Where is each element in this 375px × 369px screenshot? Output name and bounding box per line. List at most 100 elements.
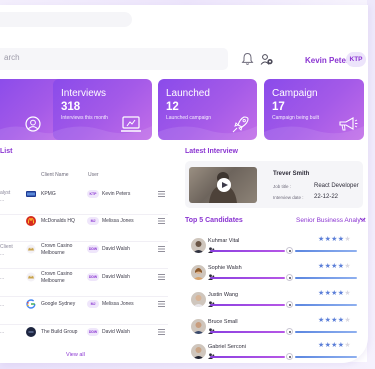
stat-card-interviews[interactable]: Interviews 318 Interviews this month bbox=[53, 79, 152, 140]
progress-bar bbox=[210, 304, 285, 306]
candidate-row[interactable]: Justin Wang ★★★★★ bbox=[185, 289, 363, 317]
progress-bar bbox=[295, 304, 357, 306]
candidate-photo bbox=[191, 319, 206, 334]
candidate-row[interactable]: Kuhmar Vital ★★★★★ bbox=[185, 235, 363, 263]
menu-icon[interactable] bbox=[158, 329, 165, 335]
crown-casino-logo-icon bbox=[26, 244, 36, 254]
people-icon[interactable] bbox=[260, 53, 274, 66]
row-name-fragment: alyst ... bbox=[0, 190, 11, 203]
candidate-photo bbox=[191, 292, 206, 307]
user-name-cell: Kevin Peters bbox=[102, 191, 131, 197]
candidate-row[interactable]: Sophie Walsh ★★★★★ bbox=[185, 262, 363, 290]
timeline-dot bbox=[286, 328, 293, 335]
user-name-cell: David Walsh bbox=[102, 329, 130, 335]
card-wave bbox=[264, 126, 364, 140]
client-name: Crown Casino Melbourne bbox=[41, 243, 73, 256]
user-name-cell: David Walsh bbox=[102, 246, 130, 252]
star-rating: ★★★★★ bbox=[318, 290, 351, 297]
kpmg-logo-icon bbox=[26, 191, 36, 197]
candidate-name: Gabriel Serconi bbox=[208, 344, 246, 350]
stat-title: Campaign bbox=[272, 88, 318, 99]
play-button[interactable] bbox=[217, 178, 231, 192]
avatar[interactable]: KTP bbox=[346, 52, 366, 67]
crown-casino-logo-icon bbox=[26, 272, 36, 282]
column-header-client: Client Name bbox=[41, 172, 69, 178]
user-name-cell: Melissa Jones bbox=[102, 218, 134, 224]
top-candidates-title: Top 5 Candidates bbox=[185, 217, 243, 224]
candidate-name: Kuhmar Vital bbox=[208, 238, 240, 244]
client-list-title: List bbox=[0, 148, 13, 155]
window-rim bbox=[367, 0, 375, 369]
candidate-row[interactable]: Gabriel Serconi ★★★★★ bbox=[185, 341, 363, 363]
google-logo-icon bbox=[26, 299, 36, 309]
user-badge: DDW bbox=[87, 273, 99, 281]
client-name: Google Sydney bbox=[41, 301, 76, 307]
top-bar-pill bbox=[0, 12, 132, 27]
user-badge: DDW bbox=[87, 328, 99, 336]
user-name-cell: David Walsh bbox=[102, 274, 130, 280]
star-rating: ★★★★★ bbox=[318, 317, 351, 324]
view-all-link[interactable]: View all bbox=[66, 352, 85, 358]
timeline-dot bbox=[286, 301, 293, 308]
progress-bar bbox=[295, 250, 357, 252]
dashboard-screen: arch Kevin Peters KTP Interviews 318 Int… bbox=[0, 0, 375, 369]
menu-icon[interactable] bbox=[158, 246, 165, 252]
dashboard-panel: arch Kevin Peters KTP Interviews 318 Int… bbox=[0, 5, 368, 363]
candidate-name: Sophie Walsh bbox=[208, 265, 242, 271]
timeline-dot bbox=[286, 274, 293, 281]
progress-bar bbox=[210, 277, 285, 279]
menu-icon[interactable] bbox=[158, 191, 165, 197]
menu-icon[interactable] bbox=[158, 301, 165, 307]
progress-bar bbox=[295, 277, 357, 279]
star-rating: ★★★★★ bbox=[318, 236, 351, 243]
search-placeholder: arch bbox=[4, 53, 20, 62]
interview-video-thumbnail[interactable] bbox=[189, 167, 257, 203]
progress-bar bbox=[295, 331, 357, 333]
card-wave bbox=[158, 126, 257, 140]
candidate-name: Bruce Small bbox=[208, 319, 238, 325]
build-group-logo-icon bbox=[26, 327, 36, 337]
timeline-dot bbox=[286, 247, 293, 254]
progress-bar bbox=[210, 356, 285, 358]
star-rating: ★★★★★ bbox=[318, 342, 351, 349]
play-icon bbox=[222, 182, 228, 188]
latest-interview-title: Latest Interview bbox=[185, 148, 238, 155]
user-name-cell: Melissa Jones bbox=[102, 301, 134, 307]
row-name-fragment: ... bbox=[0, 329, 5, 335]
table-row[interactable]: ... The Build Group DDW David Walsh bbox=[0, 318, 178, 352]
client-name: KPMG bbox=[41, 191, 56, 197]
column-header-user: User bbox=[88, 172, 99, 178]
card-wave bbox=[53, 126, 152, 140]
bell-icon[interactable] bbox=[241, 52, 254, 66]
interview-date-label: Interview date : bbox=[273, 195, 304, 200]
mcdonalds-logo-icon bbox=[26, 216, 36, 226]
chevron-down-icon[interactable] bbox=[359, 216, 366, 222]
stat-title: Launched bbox=[166, 88, 210, 99]
user-badge: DDW bbox=[87, 245, 99, 253]
client-name: Crown Casino Melbourne bbox=[41, 271, 73, 284]
progress-bar bbox=[295, 356, 357, 358]
progress-bar bbox=[210, 250, 285, 252]
stat-card-campaign[interactable]: Campaign 17 Campaign being built bbox=[264, 79, 364, 140]
candidate-photo bbox=[191, 344, 206, 359]
job-title-label: Job title : bbox=[273, 184, 292, 189]
progress-bar bbox=[210, 331, 285, 333]
stat-title: Interviews bbox=[61, 88, 107, 99]
candidate-name: Justin Wang bbox=[208, 292, 239, 298]
row-name-fragment: ... bbox=[0, 302, 5, 308]
stat-value: 318 bbox=[61, 101, 81, 113]
user-badge: MJ bbox=[87, 300, 99, 308]
candidate-row[interactable]: Bruce Small ★★★★★ bbox=[185, 316, 363, 344]
search-input[interactable]: arch bbox=[0, 48, 228, 70]
stat-value: 12 bbox=[166, 101, 179, 113]
menu-icon[interactable] bbox=[158, 274, 165, 280]
client-name: McDonalds HQ bbox=[41, 218, 75, 224]
role-filter-dropdown[interactable]: Senior Business Analyst bbox=[296, 217, 366, 224]
candidate-photo bbox=[191, 238, 206, 253]
stat-card-launched[interactable]: Launched 12 Launched campaign bbox=[158, 79, 257, 140]
menu-icon[interactable] bbox=[158, 218, 165, 224]
job-title-value: React Developer bbox=[314, 183, 359, 189]
interviewee-name: Trever Smith bbox=[273, 171, 310, 177]
user-badge: MJ bbox=[87, 217, 99, 225]
user-badge: KTP bbox=[87, 190, 99, 198]
